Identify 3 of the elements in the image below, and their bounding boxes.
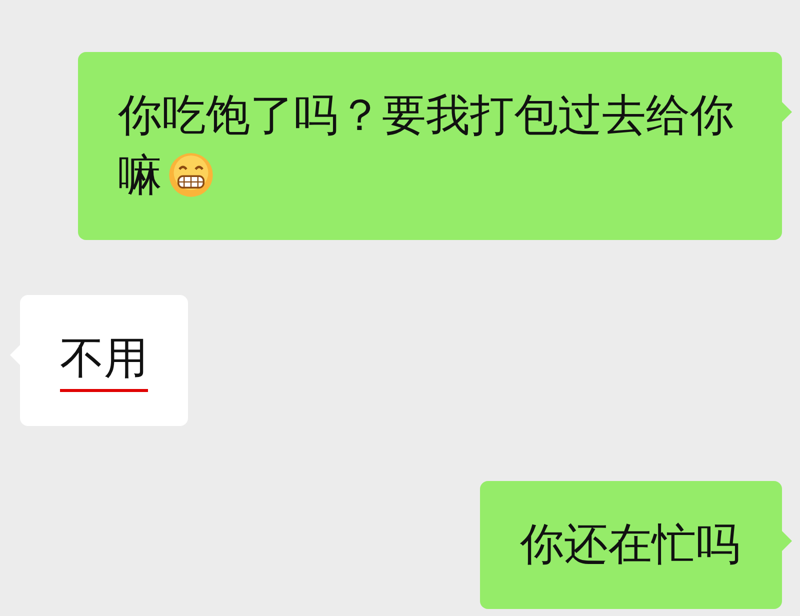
message-text: 不用	[60, 329, 148, 392]
message-text: 你吃饱了吗？要我打包过去给你嘛	[118, 89, 735, 203]
message-text: 你还在忙吗	[520, 518, 740, 572]
